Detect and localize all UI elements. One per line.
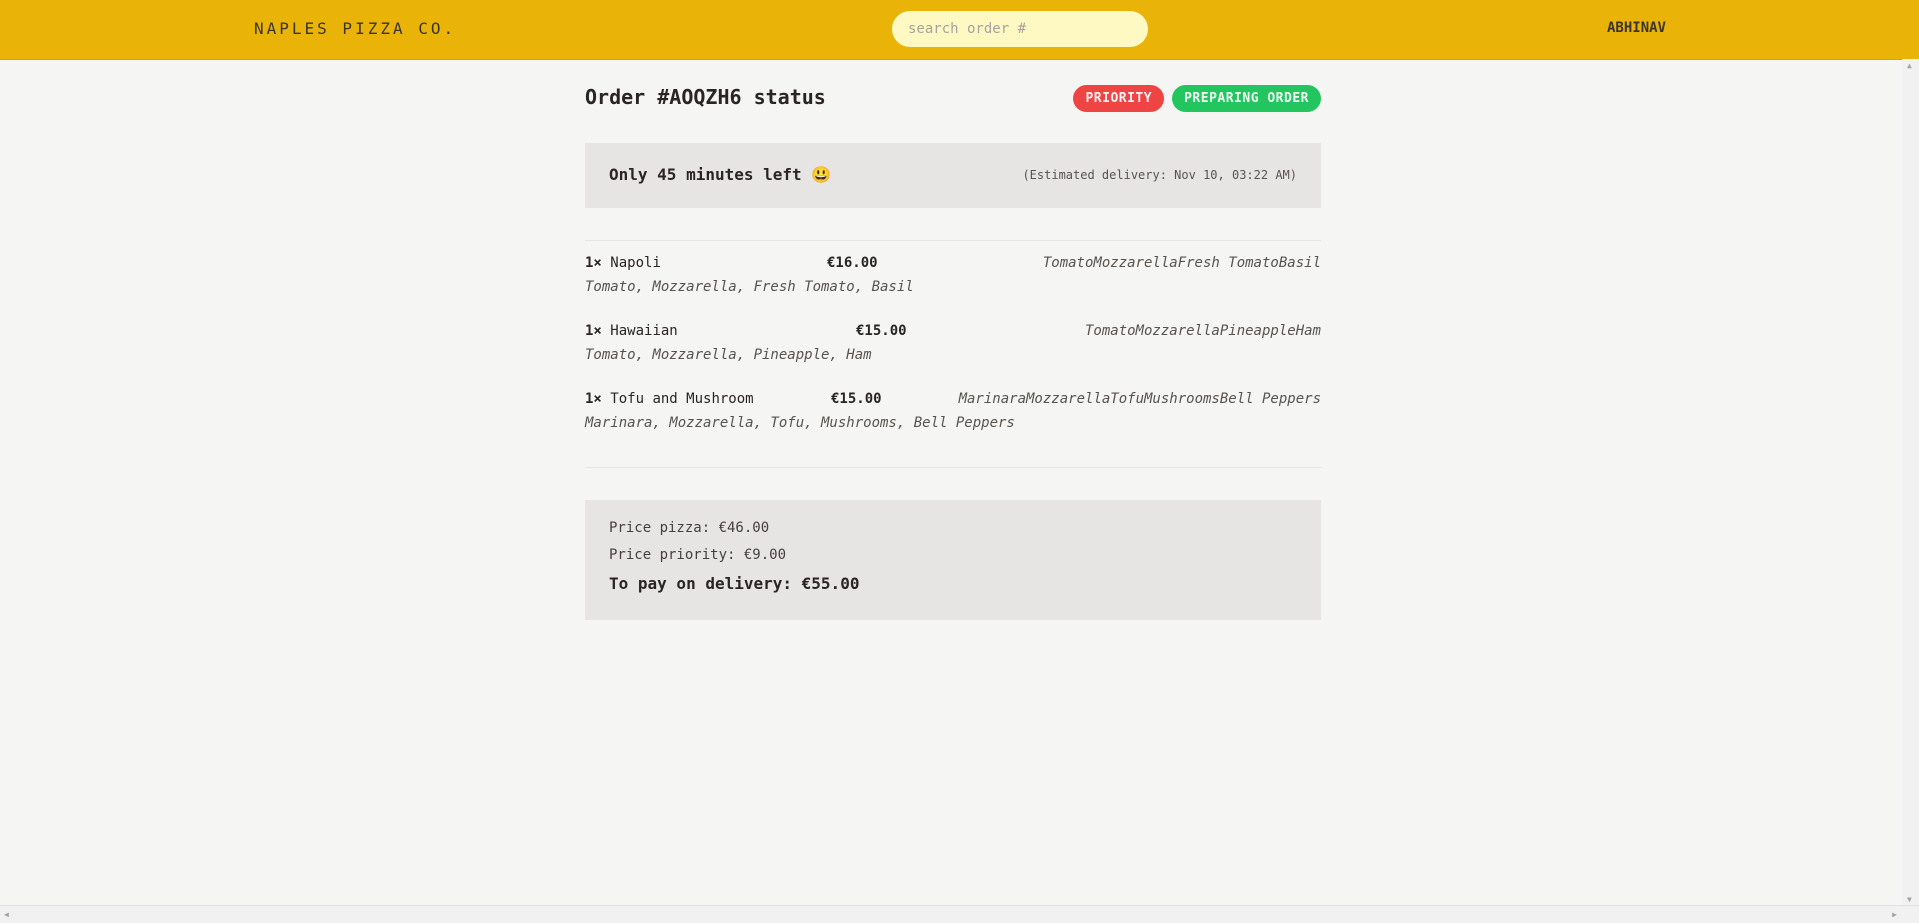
item-qty: 1× <box>585 391 602 407</box>
scroll-down-icon[interactable]: ▼ <box>1907 895 1912 904</box>
order-items-list: 1× Napoli €16.00 TomatoMozzarellaFresh T… <box>585 240 1321 468</box>
title-row: Order #AOQZH6 status PRIORITY PREPARING … <box>585 59 1321 139</box>
item-name-text: Napoli <box>610 255 661 271</box>
horizontal-scrollbar[interactable]: ◀ ▶ <box>0 905 1919 923</box>
page-title: Order #AOQZH6 status <box>585 85 826 109</box>
list-item: 1× Hawaiian €15.00 TomatoMozzarellaPinea… <box>585 319 1321 387</box>
price-priority: Price priority: €9.00 <box>609 547 787 563</box>
eta-panel: Only 45 minutes left 😃 (Estimated delive… <box>585 143 1321 208</box>
vertical-scrollbar[interactable]: ▲ ▼ <box>1902 59 1919 906</box>
price-pizza: Price pizza: €46.00 <box>609 520 770 536</box>
eta-remaining: Only 45 minutes left 😃 <box>609 165 832 184</box>
item-ingredients-joined: TomatoMozzarellaPineappleHam <box>1084 323 1321 339</box>
item-name: 1× Tofu and Mushroom <box>585 391 754 407</box>
item-price: €15.00 <box>856 323 907 339</box>
scroll-up-icon[interactable]: ▲ <box>1907 61 1912 70</box>
item-ingredients: Tomato, Mozzarella, Pineapple, Ham <box>585 347 872 363</box>
item-ingredients: Marinara, Mozzarella, Tofu, Mushrooms, B… <box>585 415 1015 431</box>
item-qty: 1× <box>585 323 602 339</box>
logo-link[interactable]: NAPLES PIZZA CO. <box>254 19 456 38</box>
item-ingredients: Tomato, Mozzarella, Fresh Tomato, Basil <box>585 279 914 295</box>
username: ABHINAV <box>1606 20 1666 36</box>
app-header: NAPLES PIZZA CO. ABHINAV <box>0 0 1919 60</box>
item-price: €15.00 <box>831 391 882 407</box>
item-name-text: Tofu and Mushroom <box>610 391 754 407</box>
total-to-pay: To pay on delivery: €55.00 <box>609 574 860 593</box>
item-price: €16.00 <box>827 255 878 271</box>
scroll-right-icon[interactable]: ▶ <box>1892 910 1897 919</box>
status-badge: PREPARING ORDER <box>1172 85 1321 112</box>
item-ingredients-joined: MarinaraMozzarellaTofuMushroomsBell Pepp… <box>958 391 1321 407</box>
item-qty: 1× <box>585 255 602 271</box>
item-ingredients-joined: TomatoMozzarellaFresh TomatoBasil <box>1042 255 1321 271</box>
priority-badge: PRIORITY <box>1073 85 1165 112</box>
item-name-text: Hawaiian <box>610 323 678 339</box>
order-page: Order #AOQZH6 status PRIORITY PREPARING … <box>585 59 1321 620</box>
list-item: 1× Napoli €16.00 TomatoMozzarellaFresh T… <box>585 251 1321 319</box>
search-order-input[interactable] <box>892 11 1148 47</box>
status-badges: PRIORITY PREPARING ORDER <box>1073 85 1321 112</box>
item-name: 1× Napoli <box>585 255 661 271</box>
scroll-left-icon[interactable]: ◀ <box>4 910 9 919</box>
item-name: 1× Hawaiian <box>585 323 678 339</box>
list-item: 1× Tofu and Mushroom €15.00 MarinaraMozz… <box>585 387 1321 455</box>
totals-panel: Price pizza: €46.00 Price priority: €9.0… <box>585 500 1321 620</box>
eta-estimated: (Estimated delivery: Nov 10, 03:22 AM) <box>1022 168 1297 182</box>
